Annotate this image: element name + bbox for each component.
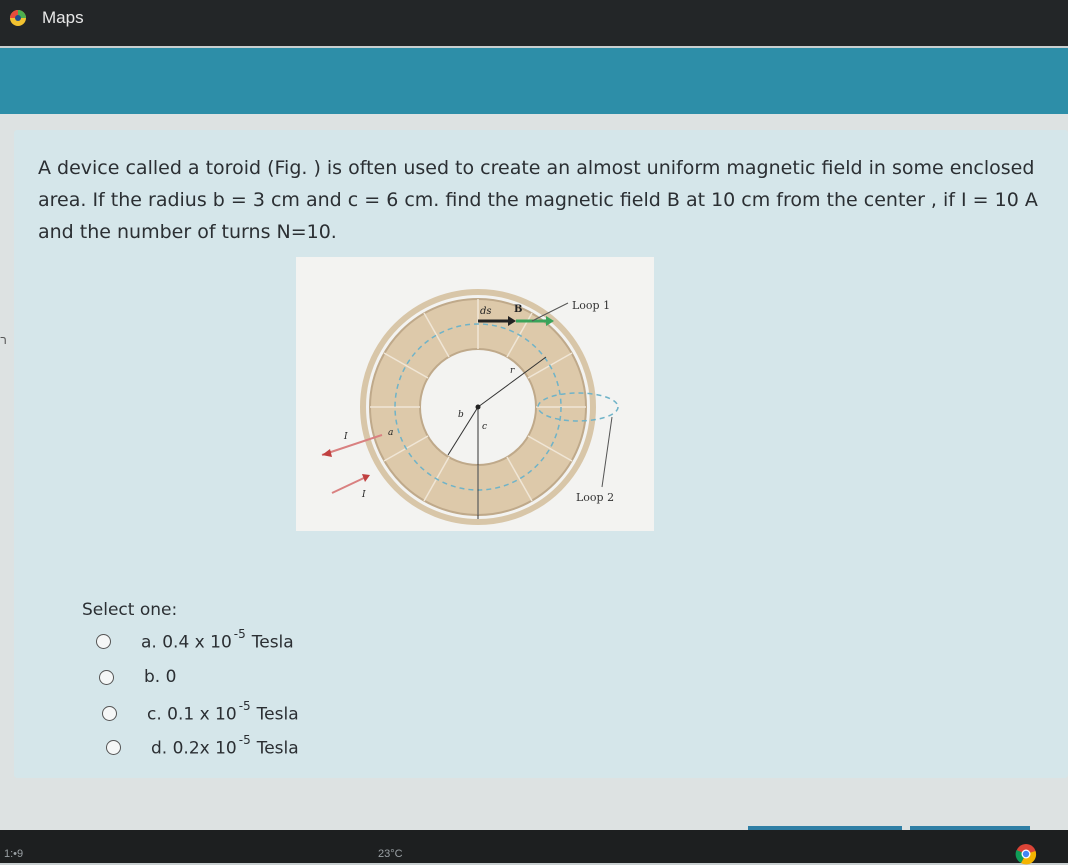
left-edge-glyph: ר	[0, 333, 8, 347]
option-c-label: c. 0.1 x 10 -5 Tesla	[147, 698, 299, 725]
option-d[interactable]: d. 0.2x 10 -5 Tesla	[106, 732, 299, 760]
toroid-diagram: ds B Loop 1 Loop 2 r b c a I I	[321, 289, 619, 525]
label-loop1: Loop 1	[572, 299, 610, 312]
taskbar	[0, 830, 1068, 863]
toroid-figure: ds B Loop 1 Loop 2 r b c a I I	[296, 257, 654, 531]
app-title: Maps	[42, 8, 84, 27]
option-d-label: d. 0.2x 10 -5 Tesla	[151, 732, 299, 759]
select-one-label: Select one:	[82, 600, 178, 620]
label-loop2: Loop 2	[576, 491, 614, 504]
label-ds: ds	[480, 306, 492, 317]
taskbar-clock: 1:•9	[4, 848, 24, 860]
taskbar-weather: 23°C	[378, 848, 403, 860]
option-c[interactable]: c. 0.1 x 10 -5 Tesla	[102, 698, 299, 726]
header-band	[0, 48, 1068, 114]
label-a: a	[388, 428, 393, 438]
option-a-label: a. 0.4 x 10 -5 Tesla	[141, 626, 294, 653]
radio-d[interactable]	[106, 739, 121, 755]
question-text: A device called a toroid (Fig. ) is ofte…	[38, 157, 1038, 243]
label-r: r	[510, 366, 515, 376]
label-B: B	[514, 304, 522, 315]
radio-b[interactable]	[99, 669, 114, 685]
radio-a[interactable]	[96, 633, 111, 649]
option-b[interactable]: b. 0	[99, 664, 176, 690]
label-current-1: I	[343, 432, 348, 442]
option-a[interactable]: a. 0.4 x 10 -5 Tesla	[96, 626, 294, 654]
title-bar: Maps	[0, 0, 1068, 46]
option-b-label: b. 0	[144, 667, 177, 687]
radio-c[interactable]	[102, 705, 117, 721]
chrome-icon[interactable]	[1015, 843, 1037, 865]
label-current-2: I	[361, 490, 366, 500]
label-b: b	[458, 410, 464, 420]
maps-pin-icon	[10, 10, 26, 26]
label-c: c	[482, 422, 487, 432]
